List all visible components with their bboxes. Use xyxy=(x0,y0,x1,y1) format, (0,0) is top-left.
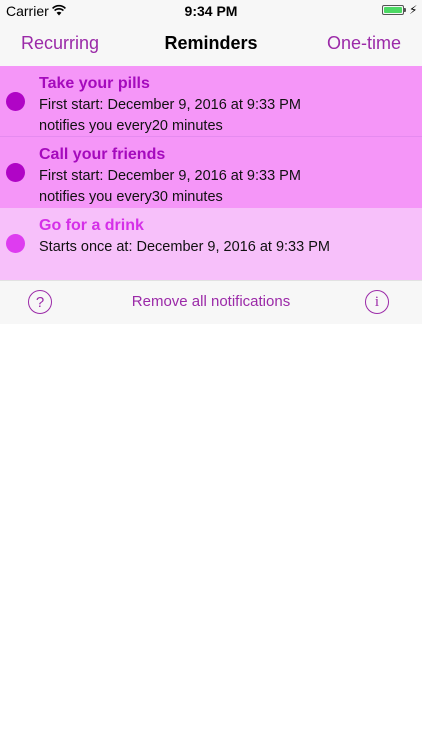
reminder-title: Go for a drink xyxy=(39,217,144,234)
recurring-button[interactable]: Recurring xyxy=(21,33,99,54)
reminder-start: Starts once at: December 9, 2016 at 9:33… xyxy=(39,239,330,255)
reminder-row-go-for-a-drink[interactable]: Go for a drink Starts once at: December … xyxy=(0,208,422,280)
battery-icon xyxy=(382,5,406,15)
clock: 9:34 PM xyxy=(184,3,238,19)
reminder-row-call-your-friends[interactable]: Call your friends First start: December … xyxy=(0,137,422,208)
info-circle-icon[interactable]: i xyxy=(365,290,389,314)
status-bar: Carrier 9:34 PM ⚡ xyxy=(0,0,422,22)
reminder-start: First start: December 9, 2016 at 9:33 PM xyxy=(39,168,301,184)
reminder-title: Take your pills xyxy=(39,75,150,92)
one-time-dot-icon xyxy=(6,234,25,253)
reminder-title: Call your friends xyxy=(39,146,166,163)
reminder-row-take-your-pills[interactable]: Take your pills First start: December 9,… xyxy=(0,66,422,137)
reminder-list: Take your pills First start: December 9,… xyxy=(0,66,422,280)
screen: Carrier 9:34 PM ⚡ Recurring Reminders On… xyxy=(0,0,422,750)
remove-all-notifications-button[interactable]: Remove all notifications xyxy=(111,293,311,310)
recurring-dot-icon xyxy=(6,92,25,111)
reminder-interval: notifies you every30 minutes xyxy=(39,189,223,205)
battery-tip xyxy=(404,8,406,12)
one-time-button[interactable]: One-time xyxy=(327,33,401,54)
reminder-interval: notifies you every20 minutes xyxy=(39,118,223,134)
navigation-bar: Recurring Reminders One-time xyxy=(0,22,422,66)
recurring-dot-icon xyxy=(6,163,25,182)
question-circle-icon[interactable]: ? xyxy=(28,290,52,314)
bottom-toolbar: ? Remove all notifications i xyxy=(0,280,422,324)
charging-bolt-icon: ⚡ xyxy=(409,3,418,17)
reminder-start: First start: December 9, 2016 at 9:33 PM xyxy=(39,97,301,113)
battery-level xyxy=(384,7,402,13)
